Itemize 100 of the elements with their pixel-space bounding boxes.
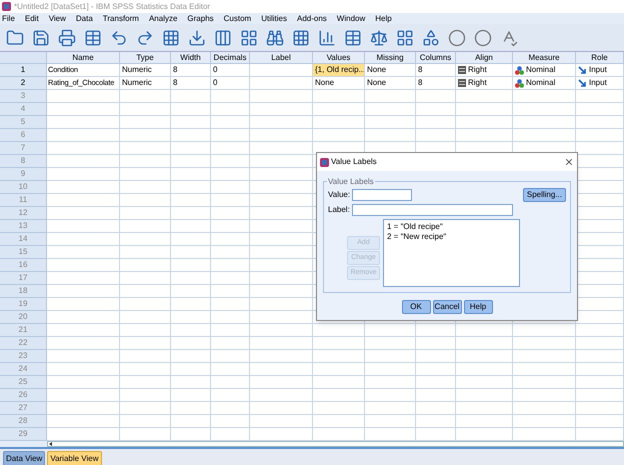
table-icon[interactable] <box>84 28 102 46</box>
scale-icon[interactable] <box>370 28 388 46</box>
menu-item[interactable]: Graphs <box>186 12 214 24</box>
save-icon[interactable] <box>32 28 50 46</box>
column-header[interactable]: Label <box>250 52 313 64</box>
menu-item[interactable]: File <box>1 12 15 24</box>
table-cell <box>171 220 211 233</box>
table-cell <box>365 129 416 142</box>
grid-icon[interactable] <box>396 28 414 46</box>
table-cell <box>250 103 313 116</box>
table-cell <box>171 272 211 285</box>
menu-item[interactable]: Analyze <box>148 12 178 24</box>
menu-item[interactable]: Window <box>336 12 366 24</box>
table-cell <box>513 103 576 116</box>
dialog-button[interactable]: OK <box>402 300 430 314</box>
table-cell <box>171 103 211 116</box>
dialog-button[interactable]: Cancel <box>432 300 462 314</box>
table-cell <box>250 285 313 298</box>
table-cell <box>171 90 211 103</box>
list-item[interactable]: 1 = "Old recipe" <box>387 222 516 232</box>
column-header[interactable]: Values <box>313 52 365 64</box>
table-cell <box>171 350 211 363</box>
label-input-field[interactable] <box>352 204 513 216</box>
download-icon[interactable] <box>188 28 206 46</box>
table-cell <box>211 194 250 207</box>
close-icon[interactable] <box>564 157 574 167</box>
table-cell <box>416 402 456 415</box>
column-header[interactable]: Decimals <box>211 52 250 64</box>
view-tab[interactable]: Variable View <box>47 451 102 465</box>
table-cell <box>456 324 513 337</box>
table-cell <box>576 428 624 441</box>
column-header[interactable]: Type <box>120 52 171 64</box>
list-item[interactable]: 2 = "New recipe" <box>387 232 516 242</box>
table-cell <box>120 350 171 363</box>
table-icon[interactable] <box>344 28 362 46</box>
table-cell <box>120 428 171 441</box>
value-input-field[interactable] <box>352 189 412 201</box>
menu-item[interactable]: Custom <box>222 12 252 24</box>
table-cell <box>365 363 416 376</box>
spelling-button[interactable]: Spelling... <box>522 188 566 202</box>
dialog-logo-icon <box>320 158 329 166</box>
column-header[interactable]: Missing <box>365 52 416 64</box>
row-number[interactable]: 2 <box>0 77 47 90</box>
horizontal-scrollbar[interactable] <box>47 441 624 447</box>
table-cell <box>365 337 416 350</box>
column-header[interactable]: Width <box>171 52 211 64</box>
column-header[interactable]: Columns <box>416 52 456 64</box>
menu-item[interactable]: View <box>48 12 66 24</box>
table-cell <box>120 142 171 155</box>
menu-item[interactable]: Edit <box>24 12 39 24</box>
table-cell <box>211 168 250 181</box>
table-cell <box>171 363 211 376</box>
menu-item[interactable]: Help <box>374 12 392 24</box>
table-cell <box>313 337 365 350</box>
grid-icon[interactable] <box>162 28 180 46</box>
circle-icon[interactable] <box>474 28 492 46</box>
shapes-icon[interactable] <box>422 28 440 46</box>
table-cell <box>576 194 624 207</box>
table-cell: Input <box>576 64 624 77</box>
circle-icon[interactable] <box>448 28 466 46</box>
grid-icon[interactable] <box>240 28 258 46</box>
undo-icon[interactable] <box>110 28 128 46</box>
table-cell: 8 <box>171 77 211 90</box>
columns-icon[interactable] <box>214 28 232 46</box>
table-cell <box>120 90 171 103</box>
table-cell <box>313 90 365 103</box>
grid-icon[interactable] <box>292 28 310 46</box>
table-cell <box>416 337 456 350</box>
view-tab[interactable]: Data View <box>3 451 46 465</box>
menu-item[interactable]: Add-ons <box>296 12 327 24</box>
menu-item[interactable]: Transform <box>102 12 139 24</box>
table-cell <box>211 311 250 324</box>
column-header[interactable]: Align <box>456 52 513 64</box>
binoculars-icon[interactable] <box>266 28 284 46</box>
column-header[interactable]: Role <box>576 52 624 64</box>
table-cell <box>120 272 171 285</box>
table-cell <box>576 298 624 311</box>
redo-icon[interactable] <box>136 28 154 46</box>
table-cell <box>250 129 313 142</box>
labels-list[interactable]: 1 = "Old recipe" 2 = "New recipe" <box>383 219 520 287</box>
print-icon[interactable] <box>58 28 76 46</box>
bar-chart-icon[interactable] <box>318 28 336 46</box>
menu-item[interactable]: Utilities <box>260 12 287 24</box>
table-cell <box>313 324 365 337</box>
table-cell <box>120 207 171 220</box>
row-number[interactable]: 1 <box>0 64 47 77</box>
dialog-button[interactable]: Help <box>464 300 492 314</box>
table-cell <box>365 103 416 116</box>
table-cell <box>211 207 250 220</box>
table-cell <box>513 363 576 376</box>
menu-item[interactable]: Data <box>74 12 93 24</box>
open-folder-icon[interactable] <box>6 28 24 46</box>
input-arrow-icon <box>578 66 587 74</box>
table-cell <box>120 285 171 298</box>
table-cell <box>365 402 416 415</box>
table-cell <box>250 90 313 103</box>
nominal-balls-icon <box>515 78 524 88</box>
column-header[interactable]: Name <box>47 52 120 64</box>
table-cell <box>313 376 365 389</box>
column-header[interactable]: Measure <box>513 52 576 64</box>
